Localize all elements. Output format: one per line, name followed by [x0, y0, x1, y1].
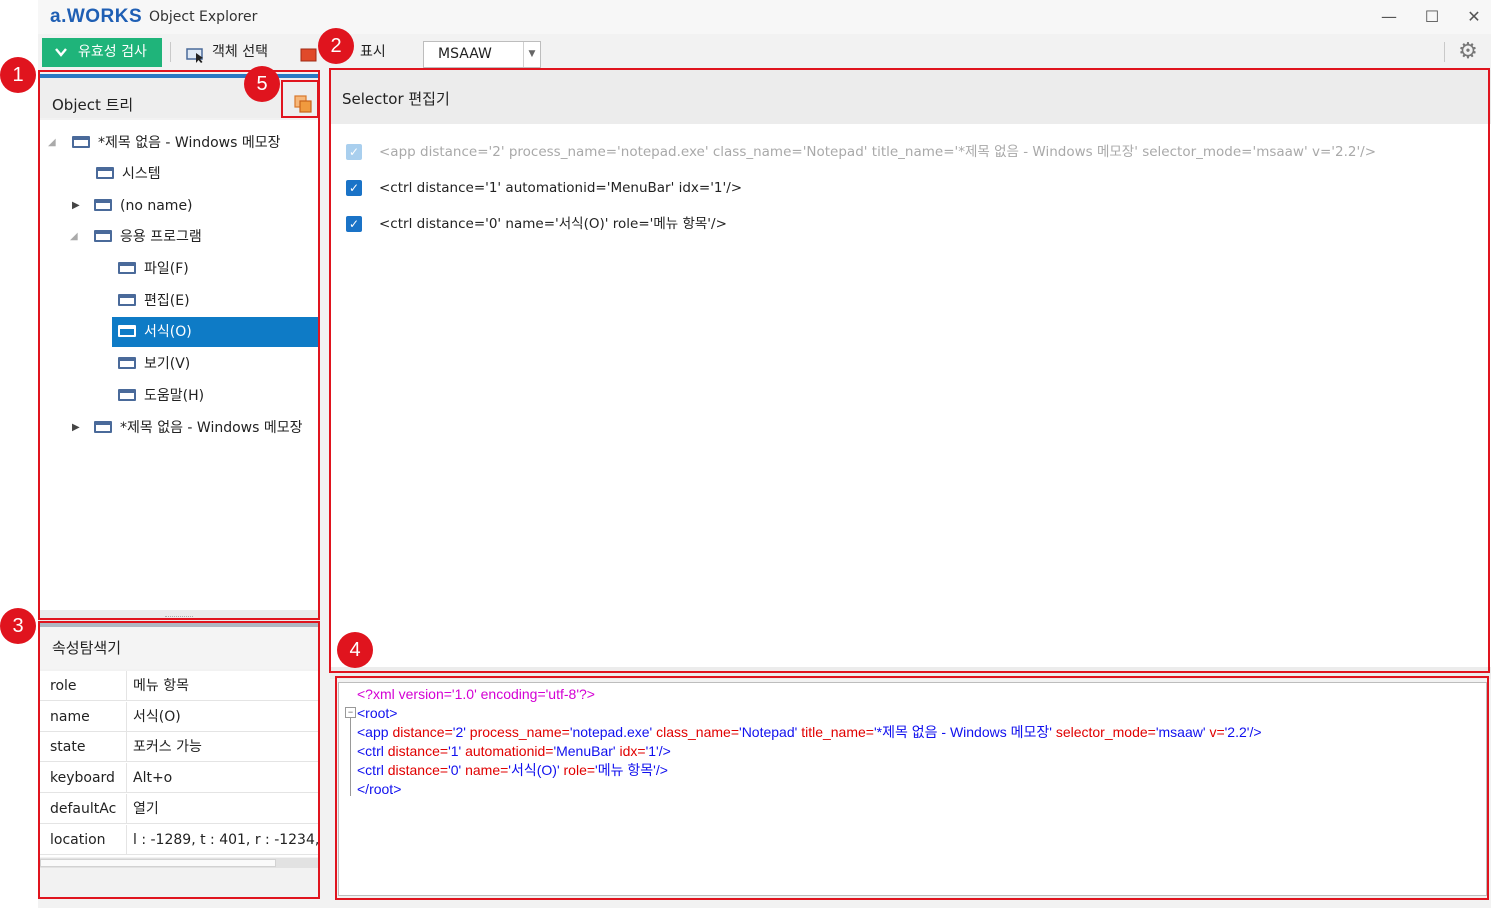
app-logo: a.WORKS: [50, 6, 143, 27]
annotation-box-2: [329, 68, 1490, 673]
window-title: Object Explorer: [149, 9, 258, 25]
display-label: 표시: [360, 44, 386, 60]
annotation-badge-3: 3: [0, 608, 36, 644]
annotation-badge-4: 4: [337, 632, 373, 668]
select-object-label: 객체 선택: [212, 44, 268, 60]
dropdown-arrow-icon[interactable]: ▼: [523, 42, 540, 67]
mode-select-value: MSAAW: [438, 46, 492, 62]
annotation-box-3: [38, 621, 320, 899]
toolbar: 유효성 검사 객체 선택 표시 MSAAW ▼ ⚙: [38, 34, 1491, 70]
close-button[interactable]: ✕: [1460, 6, 1488, 28]
annotation-box-1: [38, 70, 320, 620]
validate-button[interactable]: 유효성 검사: [42, 38, 162, 67]
annotation-badge-2: 2: [318, 28, 354, 64]
annotation-box-4: [335, 676, 1489, 900]
minimize-button[interactable]: —: [1375, 6, 1403, 28]
validate-button-label: 유효성 검사: [78, 44, 147, 60]
annotation-badge-1: 1: [0, 57, 36, 93]
title-bar: a.WORKS Object Explorer — ☐ ✕: [38, 0, 1491, 34]
annotation-badge-5: 5: [244, 66, 280, 102]
maximize-button[interactable]: ☐: [1418, 6, 1446, 28]
toolbar-divider: [1444, 42, 1445, 62]
toolbar-divider: [170, 42, 171, 62]
gear-icon[interactable]: ⚙: [1456, 40, 1480, 64]
mode-select[interactable]: MSAAW ▼: [423, 41, 541, 68]
annotation-box-5: [281, 80, 319, 118]
